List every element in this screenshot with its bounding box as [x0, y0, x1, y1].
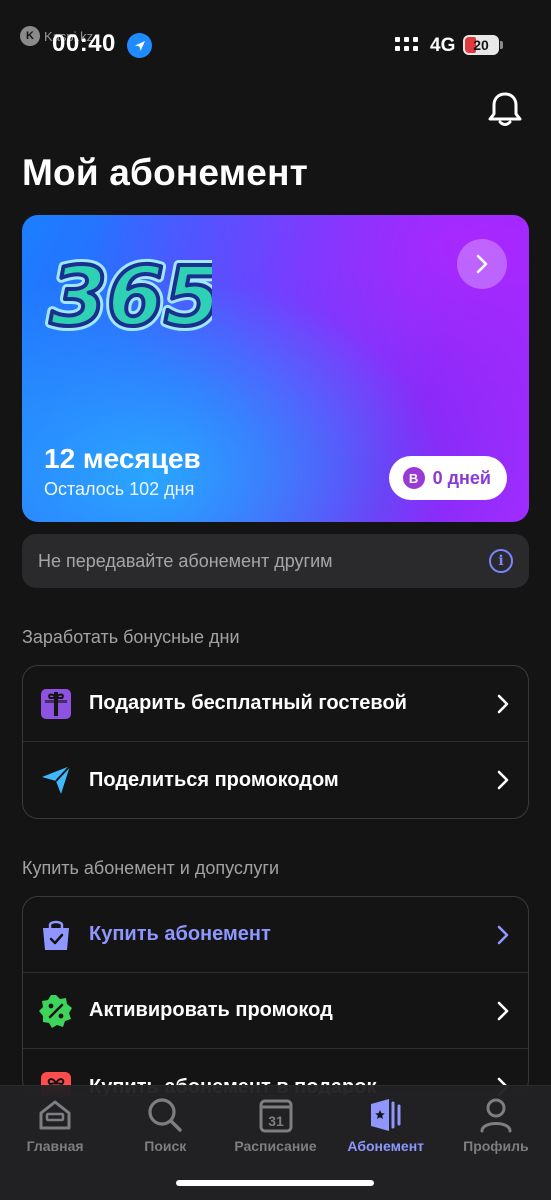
tab-search[interactable]: Поиск: [110, 1094, 220, 1154]
battery-icon: 20: [463, 35, 499, 55]
subscription-duration: 12 месяцев: [44, 443, 201, 474]
home-icon: [34, 1094, 76, 1136]
bonus-section-heading: Заработать бонусные дни: [22, 627, 240, 647]
chevron-right-icon: [497, 1001, 509, 1020]
subscription-card[interactable]: 365 365 12 месяцев Осталось 102 дня B 0 …: [22, 215, 529, 522]
notice-banner: Не передавайте абонемент другим i: [22, 534, 529, 588]
status-bar: K Kaspi.kz 00:40 4G 20: [0, 0, 551, 80]
tab-subscription-label: Абонемент: [347, 1138, 425, 1154]
tab-schedule[interactable]: 31 Расписание: [220, 1094, 330, 1154]
page-title: Мой абонемент: [22, 152, 308, 193]
tab-profile-label: Профиль: [463, 1138, 529, 1154]
buy-actions-group: Купить абонемент Активировать промокод К…: [22, 896, 529, 1096]
buy-section-heading: Купить абонемент и допуслуги: [22, 858, 280, 878]
signal-icon: [395, 37, 419, 52]
card-open-button[interactable]: [457, 239, 507, 289]
tab-home[interactable]: Главная: [0, 1094, 110, 1154]
tab-schedule-label: Расписание: [234, 1138, 317, 1154]
profile-icon: [475, 1094, 517, 1136]
tab-home-label: Главная: [26, 1138, 84, 1154]
pass-card-icon: [365, 1094, 407, 1136]
percent-badge-icon: [39, 994, 73, 1028]
activate-promocode-label: Активировать промокод: [89, 999, 333, 1021]
share-promocode-label: Поделиться промокодом: [89, 768, 339, 791]
home-indicator[interactable]: [176, 1180, 374, 1186]
activate-promocode-row[interactable]: Активировать промокод: [23, 973, 528, 1049]
bonus-days-label: 0 дней: [432, 467, 491, 488]
calendar-icon: 31: [255, 1094, 297, 1136]
watermark-logo-icon: K: [20, 26, 40, 46]
search-icon: [144, 1094, 186, 1136]
buy-subscription-label: Купить абонемент: [89, 923, 271, 945]
gift-guest-label: Подарить бесплатный гостевой: [89, 692, 407, 714]
bonus-days-pill[interactable]: B 0 дней: [388, 456, 507, 500]
svg-text:31: 31: [268, 1113, 284, 1129]
chevron-right-icon: [497, 694, 509, 713]
info-icon[interactable]: i: [489, 549, 513, 573]
chevron-right-icon: [497, 925, 509, 944]
svg-text:365: 365: [50, 250, 212, 345]
subscription-remaining: Осталось 102 дня: [44, 479, 195, 499]
chevron-right-icon: [476, 254, 488, 274]
bag-icon: [39, 918, 73, 952]
share-promocode-row[interactable]: Поделиться промокодом: [23, 742, 528, 818]
tab-profile[interactable]: Профиль: [441, 1094, 551, 1154]
status-time: 00:40: [52, 30, 116, 57]
notice-text: Не передавайте абонемент другим: [38, 550, 333, 571]
tab-subscription[interactable]: Абонемент: [331, 1094, 441, 1154]
send-icon: [39, 763, 73, 797]
buy-subscription-row[interactable]: Купить абонемент: [23, 897, 528, 973]
logo-365-icon: 365 365: [45, 245, 212, 350]
chevron-right-icon: [497, 770, 509, 790]
location-arrow-icon: [127, 33, 152, 58]
notifications-bell-icon[interactable]: [484, 88, 526, 130]
battery-tip: [500, 41, 503, 49]
gift-guest-row[interactable]: Подарить бесплатный гостевой: [23, 666, 528, 742]
battery-level: 20: [473, 37, 489, 53]
network-type: 4G: [430, 35, 456, 56]
tab-search-label: Поиск: [144, 1138, 187, 1154]
bonus-badge-icon: B: [402, 467, 425, 489]
bonus-actions-group: Подарить бесплатный гостевой Поделиться …: [22, 665, 529, 819]
gift-icon: [39, 687, 73, 721]
